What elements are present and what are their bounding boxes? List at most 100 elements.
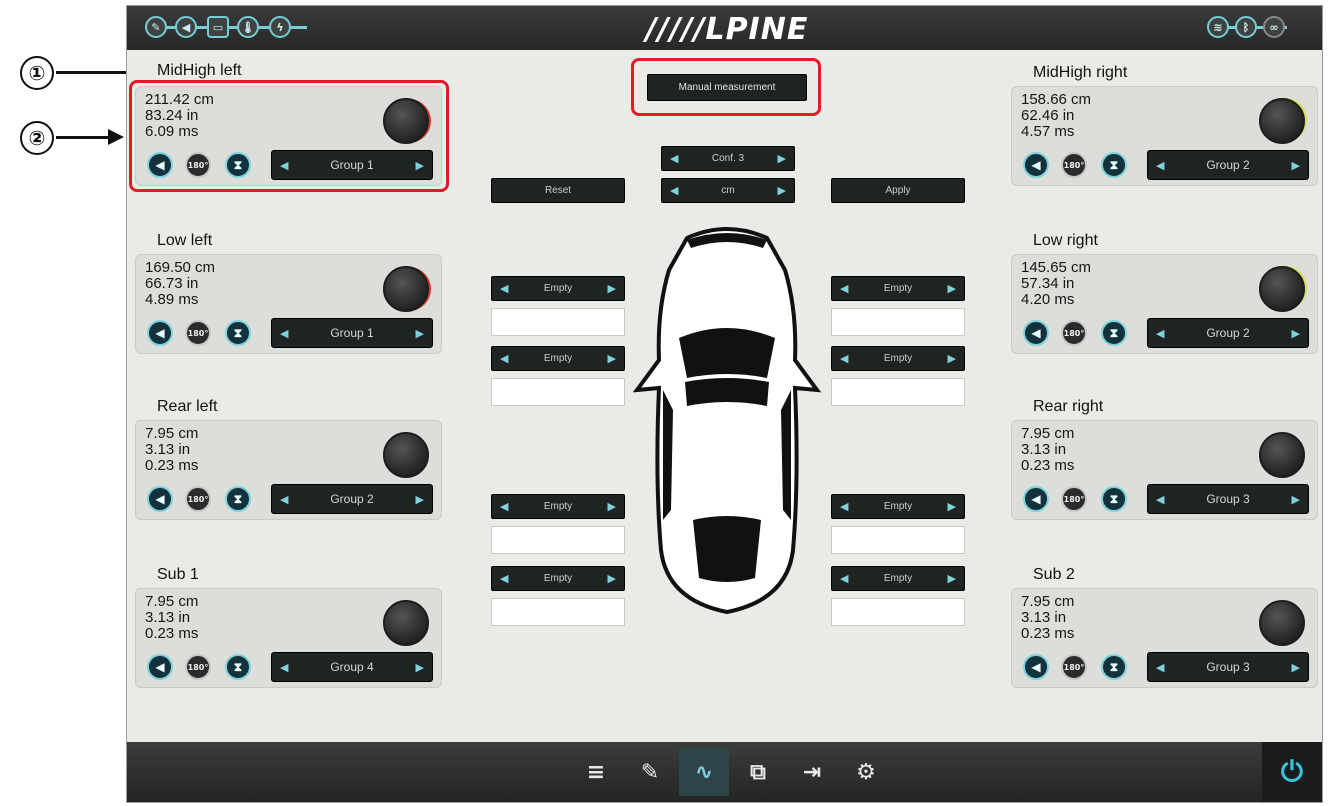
phase-180-button[interactable]: 180° xyxy=(1061,320,1087,346)
sub1-group-selector[interactable]: ◀ Group 4 ▶ xyxy=(271,652,433,682)
power-icon[interactable]: ⏻ xyxy=(1262,742,1322,802)
mute-icon[interactable]: ◀ xyxy=(1023,654,1049,680)
wifi-icon[interactable]: ≋ xyxy=(1207,16,1229,38)
battery-icon[interactable]: ▭ xyxy=(207,16,229,38)
link-icon[interactable]: ∞ xyxy=(1263,16,1285,38)
reset-button[interactable]: Reset xyxy=(491,178,625,203)
mute-icon[interactable]: ◀ xyxy=(1023,320,1049,346)
arrow-left-icon[interactable]: ◀ xyxy=(280,493,288,506)
arrow-right-icon[interactable]: ▶ xyxy=(608,352,616,365)
thermometer-icon[interactable]: 🌡 xyxy=(237,16,259,38)
arrow-right-icon[interactable]: ▶ xyxy=(948,500,956,513)
hourglass-icon[interactable]: ⧗ xyxy=(225,320,251,346)
pen-icon[interactable]: ✎ xyxy=(625,748,675,796)
hourglass-icon[interactable]: ⧗ xyxy=(1101,486,1127,512)
hourglass-icon[interactable]: ⧗ xyxy=(1101,320,1127,346)
equalizer-icon[interactable]: ≡ xyxy=(571,748,621,796)
channel-selector[interactable]: ◀ Empty ▶ xyxy=(831,566,965,591)
copy-icon[interactable]: ⧉ xyxy=(733,748,783,796)
rear-left-group-selector[interactable]: ◀ Group 2 ▶ xyxy=(271,484,433,514)
phase-180-button[interactable]: 180° xyxy=(185,320,211,346)
rear-right-knob[interactable] xyxy=(1259,432,1305,478)
arrow-left-icon[interactable]: ◀ xyxy=(840,572,848,585)
arrow-left-icon[interactable]: ◀ xyxy=(840,500,848,513)
arrow-left-icon[interactable]: ◀ xyxy=(500,500,508,513)
arrow-right-icon[interactable]: ▶ xyxy=(778,184,786,197)
arrow-left-icon[interactable]: ◀ xyxy=(840,352,848,365)
phase-180-button[interactable]: 180° xyxy=(185,486,211,512)
channel-selector[interactable]: ◀ Empty ▶ xyxy=(491,566,625,591)
sub2-group-selector[interactable]: ◀ Group 3 ▶ xyxy=(1147,652,1309,682)
sub1-knob[interactable] xyxy=(383,600,429,646)
gear-icon[interactable]: ⚙ xyxy=(841,748,891,796)
arrow-left-icon[interactable]: ◀ xyxy=(280,661,288,674)
arrow-left-icon[interactable]: ◀ xyxy=(1156,327,1164,340)
arrow-right-icon[interactable]: ▶ xyxy=(1292,661,1300,674)
arrow-left-icon[interactable]: ◀ xyxy=(840,282,848,295)
arrow-right-icon[interactable]: ▶ xyxy=(416,327,424,340)
arrow-right-icon[interactable]: ▶ xyxy=(1292,327,1300,340)
config-selector[interactable]: ◀ Conf. 3 ▶ xyxy=(661,146,795,171)
channel-name-field[interactable] xyxy=(491,378,625,406)
mute-icon[interactable]: ◀ xyxy=(147,486,173,512)
arrow-right-icon[interactable]: ▶ xyxy=(1292,493,1300,506)
arrow-left-icon[interactable]: ◀ xyxy=(500,282,508,295)
bluetooth-icon[interactable]: ᛒ xyxy=(1235,16,1257,38)
midhigh-right-knob[interactable] xyxy=(1259,98,1305,144)
arrow-right-icon[interactable]: ▶ xyxy=(948,352,956,365)
arrow-left-icon[interactable]: ◀ xyxy=(670,184,678,197)
measure-icon[interactable]: ∿ xyxy=(679,748,729,796)
arrow-left-icon[interactable]: ◀ xyxy=(1156,493,1164,506)
arrow-right-icon[interactable]: ▶ xyxy=(608,500,616,513)
channel-selector[interactable]: ◀ Empty ▶ xyxy=(831,494,965,519)
phase-180-button[interactable]: 180° xyxy=(1061,486,1087,512)
arrow-left-icon[interactable]: ◀ xyxy=(1156,661,1164,674)
arrow-left-icon[interactable]: ◀ xyxy=(670,152,678,165)
mute-icon[interactable]: ◀ xyxy=(147,320,173,346)
hourglass-icon[interactable]: ⧗ xyxy=(225,486,251,512)
mute-icon[interactable]: ◀ xyxy=(147,654,173,680)
arrow-right-icon[interactable]: ▶ xyxy=(608,572,616,585)
rear-right-group-selector[interactable]: ◀ Group 3 ▶ xyxy=(1147,484,1309,514)
unit-selector[interactable]: ◀ cm ▶ xyxy=(661,178,795,203)
channel-selector[interactable]: ◀ Empty ▶ xyxy=(491,346,625,371)
channel-name-field[interactable] xyxy=(831,526,965,554)
phase-180-button[interactable]: 180° xyxy=(1061,654,1087,680)
low-right-knob[interactable] xyxy=(1259,266,1305,312)
arrow-right-icon[interactable]: ▶ xyxy=(416,661,424,674)
rear-left-knob[interactable] xyxy=(383,432,429,478)
pen-icon[interactable]: ✎ xyxy=(145,16,167,38)
bolt-icon[interactable]: ϟ xyxy=(269,16,291,38)
arrow-right-icon[interactable]: ▶ xyxy=(948,282,956,295)
arrow-left-icon[interactable]: ◀ xyxy=(500,572,508,585)
arrow-left-icon[interactable]: ◀ xyxy=(1156,159,1164,172)
low-left-group-selector[interactable]: ◀ Group 1 ▶ xyxy=(271,318,433,348)
arrow-right-icon[interactable]: ▶ xyxy=(948,572,956,585)
channel-selector[interactable]: ◀ Empty ▶ xyxy=(831,346,965,371)
sub2-knob[interactable] xyxy=(1259,600,1305,646)
arrow-right-icon[interactable]: ▶ xyxy=(608,282,616,295)
arrow-right-icon[interactable]: ▶ xyxy=(778,152,786,165)
low-right-group-selector[interactable]: ◀ Group 2 ▶ xyxy=(1147,318,1309,348)
channel-selector[interactable]: ◀ Empty ▶ xyxy=(491,276,625,301)
phase-180-button[interactable]: 180° xyxy=(185,654,211,680)
phase-180-button[interactable]: 180° xyxy=(1061,152,1087,178)
channel-name-field[interactable] xyxy=(831,598,965,626)
arrow-left-icon[interactable]: ◀ xyxy=(280,327,288,340)
channel-selector[interactable]: ◀ Empty ▶ xyxy=(491,494,625,519)
midhigh-right-group-selector[interactable]: ◀ Group 2 ▶ xyxy=(1147,150,1309,180)
mute-icon[interactable]: ◀ xyxy=(1023,486,1049,512)
forward-icon[interactable]: ⇥ xyxy=(787,748,837,796)
arrow-left-icon[interactable]: ◀ xyxy=(500,352,508,365)
arrow-right-icon[interactable]: ▶ xyxy=(416,493,424,506)
hourglass-icon[interactable]: ⧗ xyxy=(225,654,251,680)
arrow-right-icon[interactable]: ▶ xyxy=(1292,159,1300,172)
low-left-knob[interactable] xyxy=(383,266,429,312)
hourglass-icon[interactable]: ⧗ xyxy=(1101,654,1127,680)
channel-name-field[interactable] xyxy=(491,526,625,554)
manual-measurement-button[interactable]: Manual measurement xyxy=(647,74,807,101)
apply-button[interactable]: Apply xyxy=(831,178,965,203)
channel-selector[interactable]: ◀ Empty ▶ xyxy=(831,276,965,301)
channel-name-field[interactable] xyxy=(491,598,625,626)
channel-name-field[interactable] xyxy=(831,308,965,336)
